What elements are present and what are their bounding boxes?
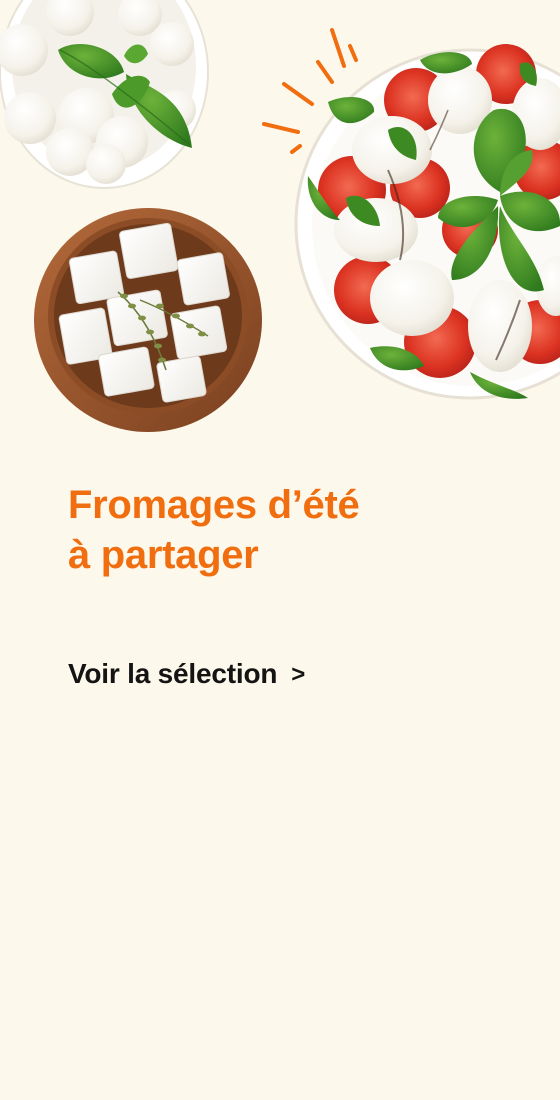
mozzarella-bowl-image — [0, 0, 209, 189]
chevron-right-icon: > — [291, 661, 306, 688]
caprese-plate-image — [294, 44, 560, 400]
hero-illustration — [0, 0, 560, 440]
title-line-1: Fromages d’été — [68, 483, 360, 527]
feta-bowl-image — [34, 208, 262, 432]
cta-label: Voir la sélection — [68, 658, 278, 689]
see-selection-link[interactable]: Voir la sélection > — [68, 654, 305, 694]
page-title: Fromages d’été à partager — [68, 480, 508, 580]
title-line-2: à partager — [68, 533, 259, 577]
